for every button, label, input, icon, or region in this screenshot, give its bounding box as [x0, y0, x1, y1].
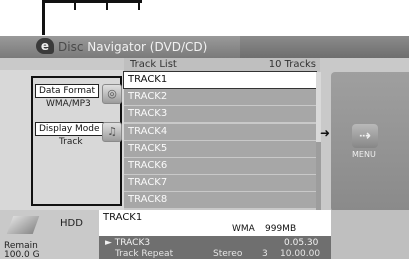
menu-label[interactable]: MENU	[352, 150, 376, 159]
data-format-value[interactable]: WMA/MP3	[46, 99, 91, 109]
channel-number: 3	[262, 249, 268, 259]
total-time: 10.00.00	[280, 249, 321, 259]
display-mode-value[interactable]: Track	[59, 137, 83, 147]
data-format-label: Data Format	[35, 84, 100, 98]
callout-tick	[138, 0, 140, 10]
track-row[interactable]: TRACK7	[124, 175, 316, 192]
repeat-label: Track Repeat	[115, 249, 174, 259]
info-size: 999MB	[265, 224, 297, 234]
title-brand: Disc	[58, 40, 84, 54]
track-row[interactable]: TRACK3	[124, 106, 316, 123]
window-title: Disc Navigator (DVD/CD)	[58, 40, 207, 54]
music-note-icon: ♫	[102, 122, 122, 142]
hdd-label: HDD	[60, 218, 83, 229]
playing-track: ► TRACK3	[105, 238, 151, 248]
track-row[interactable]: TRACK2	[124, 89, 316, 106]
track-row[interactable]: TRACK8	[124, 192, 316, 209]
track-list-scrollbar[interactable]	[316, 72, 321, 210]
disc-navigator-logo-icon: e	[36, 38, 54, 54]
playing-time: 0.05.30	[284, 238, 319, 248]
display-mode-label: Display Mode	[35, 122, 104, 136]
menu-arrow-icon[interactable]: ⇢	[352, 124, 378, 148]
info-format: WMA	[232, 224, 255, 234]
disc-icon: ◎	[102, 84, 122, 104]
callout-pointer	[42, 0, 45, 35]
callout-tick	[74, 0, 76, 10]
track-list: TRACK1 TRACK2 TRACK3 TRACK4 TRACK5 TRACK…	[123, 71, 317, 210]
track-row[interactable]: TRACK6	[124, 157, 316, 174]
remain-value: 100.0 G	[4, 250, 40, 259]
right-arrow-icon: ➜	[320, 126, 331, 140]
callout-line	[42, 0, 142, 3]
audio-mode: Stereo	[213, 249, 243, 259]
track-row[interactable]: TRACK5	[124, 140, 316, 157]
title-text: Navigator (DVD/CD)	[83, 40, 208, 54]
track-row[interactable]: TRACK1	[123, 71, 317, 89]
track-count: 10 Tracks	[268, 59, 316, 70]
bottom-right-panel	[331, 210, 409, 259]
info-track-name: TRACK1	[103, 212, 143, 223]
callout-tick	[106, 0, 108, 10]
disc-navigator-screen: e Disc Navigator (DVD/CD) Data Format WM…	[0, 0, 409, 259]
track-list-title: Track List	[130, 59, 177, 70]
track-list-header: Track List 10 Tracks	[124, 58, 320, 72]
track-row[interactable]: TRACK4	[124, 123, 316, 140]
